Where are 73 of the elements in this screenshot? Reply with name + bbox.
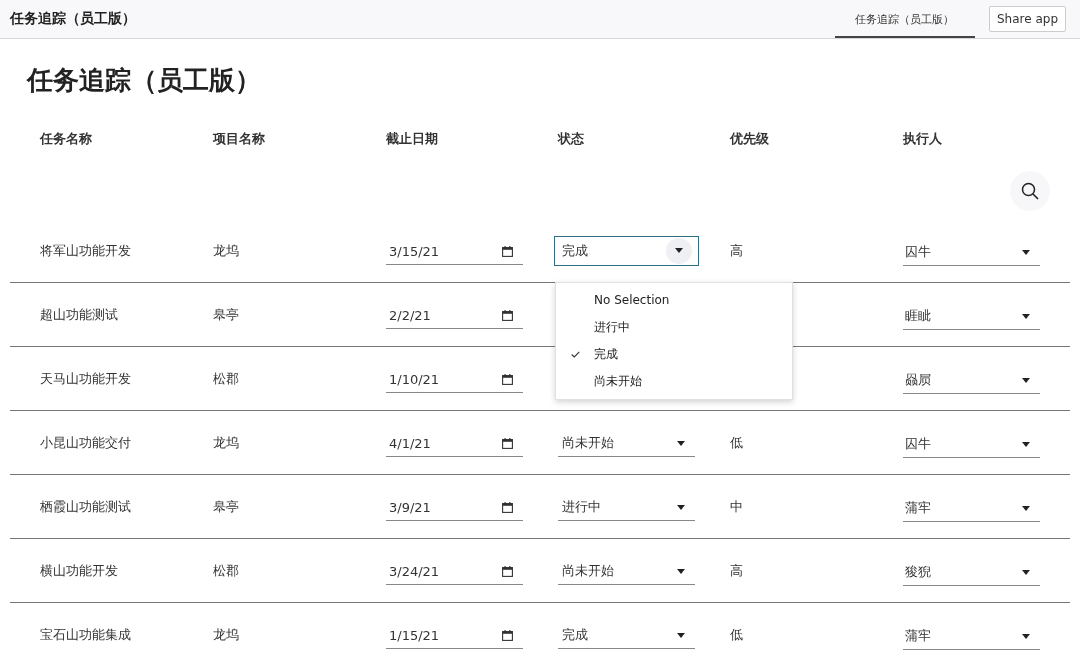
- app-tab[interactable]: 任务追踪（员工版）: [834, 0, 975, 38]
- page-title: 任务追踪（员工版）: [27, 64, 262, 97]
- status-dropdown[interactable]: 完成: [558, 620, 695, 649]
- column-header: 任务名称: [40, 130, 93, 148]
- caret-icon: [1022, 505, 1030, 511]
- calendar-icon: [502, 501, 513, 513]
- table-cell-text: 超山功能测试: [40, 305, 119, 324]
- table-cell-text: 皋亭: [213, 305, 240, 324]
- calendar-icon: [502, 565, 513, 577]
- table-cell-text: 小昆山功能交付: [40, 433, 132, 452]
- assignee-dropdown[interactable]: 狻猊: [903, 557, 1040, 586]
- table-cell-text: 龙坞: [213, 241, 240, 260]
- column-header: 执行人: [903, 130, 943, 148]
- status-dropdown[interactable]: 进行中: [558, 492, 695, 521]
- caret-icon: [677, 632, 685, 638]
- column-header: 项目名称: [213, 130, 266, 148]
- calendar-icon: [502, 245, 513, 257]
- assignee-dropdown[interactable]: 蒲牢: [903, 621, 1040, 650]
- caret-icon: [1022, 377, 1030, 383]
- status-dropdown[interactable]: 尚未开始: [558, 556, 695, 585]
- assignee-dropdown[interactable]: 囚牛: [903, 237, 1040, 266]
- table-cell-text: 龙坞: [213, 625, 240, 644]
- status-dropdown[interactable]: 尚未开始: [558, 428, 695, 457]
- table-cell-text: 天马山功能开发: [40, 369, 132, 388]
- date-field[interactable]: 2/2/21: [386, 300, 523, 329]
- date-field[interactable]: 1/10/21: [386, 364, 523, 393]
- caret-icon: [1022, 313, 1030, 319]
- caret-icon: [675, 248, 683, 253]
- date-field[interactable]: 4/1/21: [386, 428, 523, 457]
- app-title: 任务追踪（员工版）: [10, 10, 137, 28]
- date-field[interactable]: 3/24/21: [386, 556, 523, 585]
- caret-icon: [677, 440, 685, 446]
- assignee-dropdown[interactable]: 蒲牢: [903, 493, 1040, 522]
- table-cell-text: 皋亭: [213, 497, 240, 516]
- search-button[interactable]: [1010, 171, 1050, 211]
- table-cell-text: 将军山功能开发: [40, 241, 132, 260]
- menu-item[interactable]: 进行中: [556, 313, 792, 341]
- caret-icon: [1022, 633, 1030, 639]
- caret-icon: [677, 568, 685, 574]
- status-dropdown[interactable]: 完成: [554, 235, 699, 266]
- calendar-icon: [502, 373, 513, 385]
- menu-item[interactable]: No Selection: [556, 286, 792, 314]
- date-field[interactable]: 3/15/21: [386, 236, 523, 265]
- table-cell-text: 龙坞: [213, 433, 240, 452]
- calendar-icon: [502, 309, 513, 321]
- table-cell-text: 高: [730, 241, 744, 260]
- table-cell-text: 松郡: [213, 369, 240, 388]
- column-header: 状态: [558, 130, 585, 148]
- date-field[interactable]: 1/15/21: [386, 620, 523, 649]
- table-cell-text: 横山功能开发: [40, 561, 119, 580]
- assignee-dropdown[interactable]: 赑屃: [903, 365, 1040, 394]
- calendar-icon: [502, 437, 513, 449]
- table-cell-text: 松郡: [213, 561, 240, 580]
- table-cell-text: 高: [730, 561, 744, 580]
- caret-icon: [677, 504, 685, 510]
- caret-icon: [1022, 569, 1030, 575]
- caret-icon: [1022, 249, 1030, 255]
- table-cell-text: 宝石山功能集成: [40, 625, 132, 644]
- table-cell-text: 栖霞山功能测试: [40, 497, 132, 516]
- calendar-icon: [502, 629, 513, 641]
- table-cell-text: 中: [730, 497, 744, 516]
- share-button[interactable]: Share app: [988, 6, 1066, 32]
- menu-item[interactable]: 完成: [556, 340, 792, 368]
- assignee-dropdown[interactable]: 睚眦: [903, 301, 1040, 330]
- column-header: 截止日期: [386, 130, 439, 148]
- table-cell-text: 低: [730, 625, 744, 644]
- menu-item[interactable]: 尚未开始: [556, 367, 792, 395]
- column-header: 优先级: [730, 130, 770, 148]
- search-icon: [1021, 182, 1039, 200]
- date-field[interactable]: 3/9/21: [386, 492, 523, 521]
- assignee-dropdown[interactable]: 囚牛: [903, 429, 1040, 458]
- caret-icon: [1022, 441, 1030, 447]
- table-cell-text: 低: [730, 433, 744, 452]
